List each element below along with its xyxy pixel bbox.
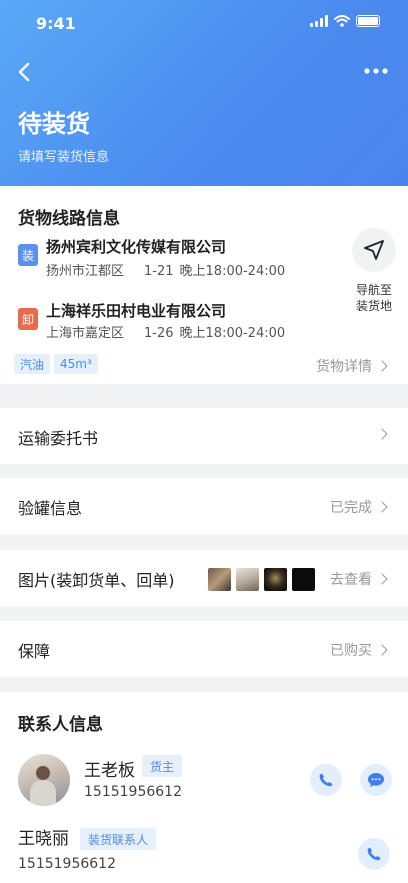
load-address: 扬州市江都区 1-21 晚上18:00-24:00 bbox=[46, 264, 286, 279]
chevron-right-icon bbox=[376, 644, 388, 656]
images-row[interactable]: 图片(装卸货单、回单) 去查看 bbox=[0, 550, 408, 606]
more-icon[interactable] bbox=[364, 68, 388, 74]
wifi-icon bbox=[334, 15, 350, 27]
inspection-row[interactable]: 验罐信息 已完成 bbox=[0, 478, 408, 534]
chat-icon bbox=[368, 773, 384, 787]
insurance-row[interactable]: 保障 已购买 bbox=[0, 621, 408, 677]
unload-company: 上海祥乐田村电业有限公司 bbox=[46, 302, 227, 320]
header: 9:41 待装货 请填写装货信息 bbox=[0, 0, 408, 186]
inspection-label: 验罐信息 bbox=[18, 499, 83, 518]
status-icons bbox=[310, 15, 380, 27]
chevron-right-icon bbox=[376, 360, 388, 372]
unload-address: 上海市嘉定区 1-26 晚上18:00-24:00 bbox=[46, 326, 286, 341]
page-subtitle: 请填写装货信息 bbox=[18, 150, 110, 165]
load-tag: 装 bbox=[18, 244, 38, 266]
chat-button[interactable] bbox=[360, 764, 392, 796]
route-section-title: 货物线路信息 bbox=[18, 209, 120, 229]
images-label: 图片(装卸货单、回单) bbox=[18, 571, 175, 590]
back-icon[interactable] bbox=[14, 58, 36, 86]
image-thumbnail[interactable] bbox=[264, 568, 287, 591]
phone-icon bbox=[319, 773, 333, 787]
call-button[interactable] bbox=[310, 764, 342, 796]
load-company: 扬州宾利文化传媒有限公司 bbox=[46, 238, 227, 256]
battery-icon bbox=[356, 15, 380, 27]
cargo-volume-chip: 45m³ bbox=[54, 354, 98, 374]
chevron-right-icon bbox=[376, 428, 388, 440]
contract-row[interactable]: 运输委托书 bbox=[0, 408, 408, 464]
contact-role-badge: 装货联系人 bbox=[80, 828, 157, 850]
route-card: 货物线路信息 装 扬州宾利文化传媒有限公司 扬州市江都区 1-21 晚上18:00-… bbox=[0, 186, 408, 384]
status-time: 9:41 bbox=[36, 14, 76, 33]
inspection-status: 已完成 bbox=[330, 500, 372, 516]
image-thumbnail[interactable] bbox=[236, 568, 259, 591]
navigation-label[interactable]: 导航至 装货地 bbox=[348, 282, 400, 314]
navigation-icon bbox=[364, 240, 384, 260]
signal-icon bbox=[310, 15, 328, 27]
cargo-type-chip: 汽油 bbox=[14, 354, 51, 374]
image-thumbnails[interactable] bbox=[208, 568, 315, 591]
insurance-status: 已购买 bbox=[330, 643, 372, 659]
image-thumbnail[interactable] bbox=[292, 568, 315, 591]
call-button[interactable] bbox=[358, 838, 390, 870]
image-thumbnail[interactable] bbox=[208, 568, 231, 591]
contacts-section-title: 联系人信息 bbox=[18, 715, 103, 735]
images-action: 去查看 bbox=[330, 572, 372, 588]
unload-tag: 卸 bbox=[18, 308, 38, 330]
contact-name: 王晓丽 bbox=[18, 829, 69, 849]
page-title: 待装货 bbox=[18, 110, 90, 138]
contract-label: 运输委托书 bbox=[18, 429, 99, 448]
contact-phone: 15151956612 bbox=[84, 784, 182, 800]
cargo-detail-link[interactable]: 货物详情 bbox=[316, 356, 388, 376]
contact-name: 王老板 bbox=[84, 761, 135, 781]
contacts-card: 联系人信息 王老板 货主 15151956612 王晓丽 装货联系人 15151… bbox=[0, 692, 408, 883]
insurance-label: 保障 bbox=[18, 642, 51, 661]
avatar bbox=[18, 754, 70, 806]
chevron-right-icon bbox=[376, 573, 388, 585]
chevron-right-icon bbox=[376, 501, 388, 513]
contact-role-badge: 货主 bbox=[142, 755, 183, 777]
phone-icon bbox=[367, 847, 381, 861]
contact-phone: 15151956612 bbox=[18, 856, 116, 872]
navigation-button[interactable] bbox=[352, 228, 396, 272]
